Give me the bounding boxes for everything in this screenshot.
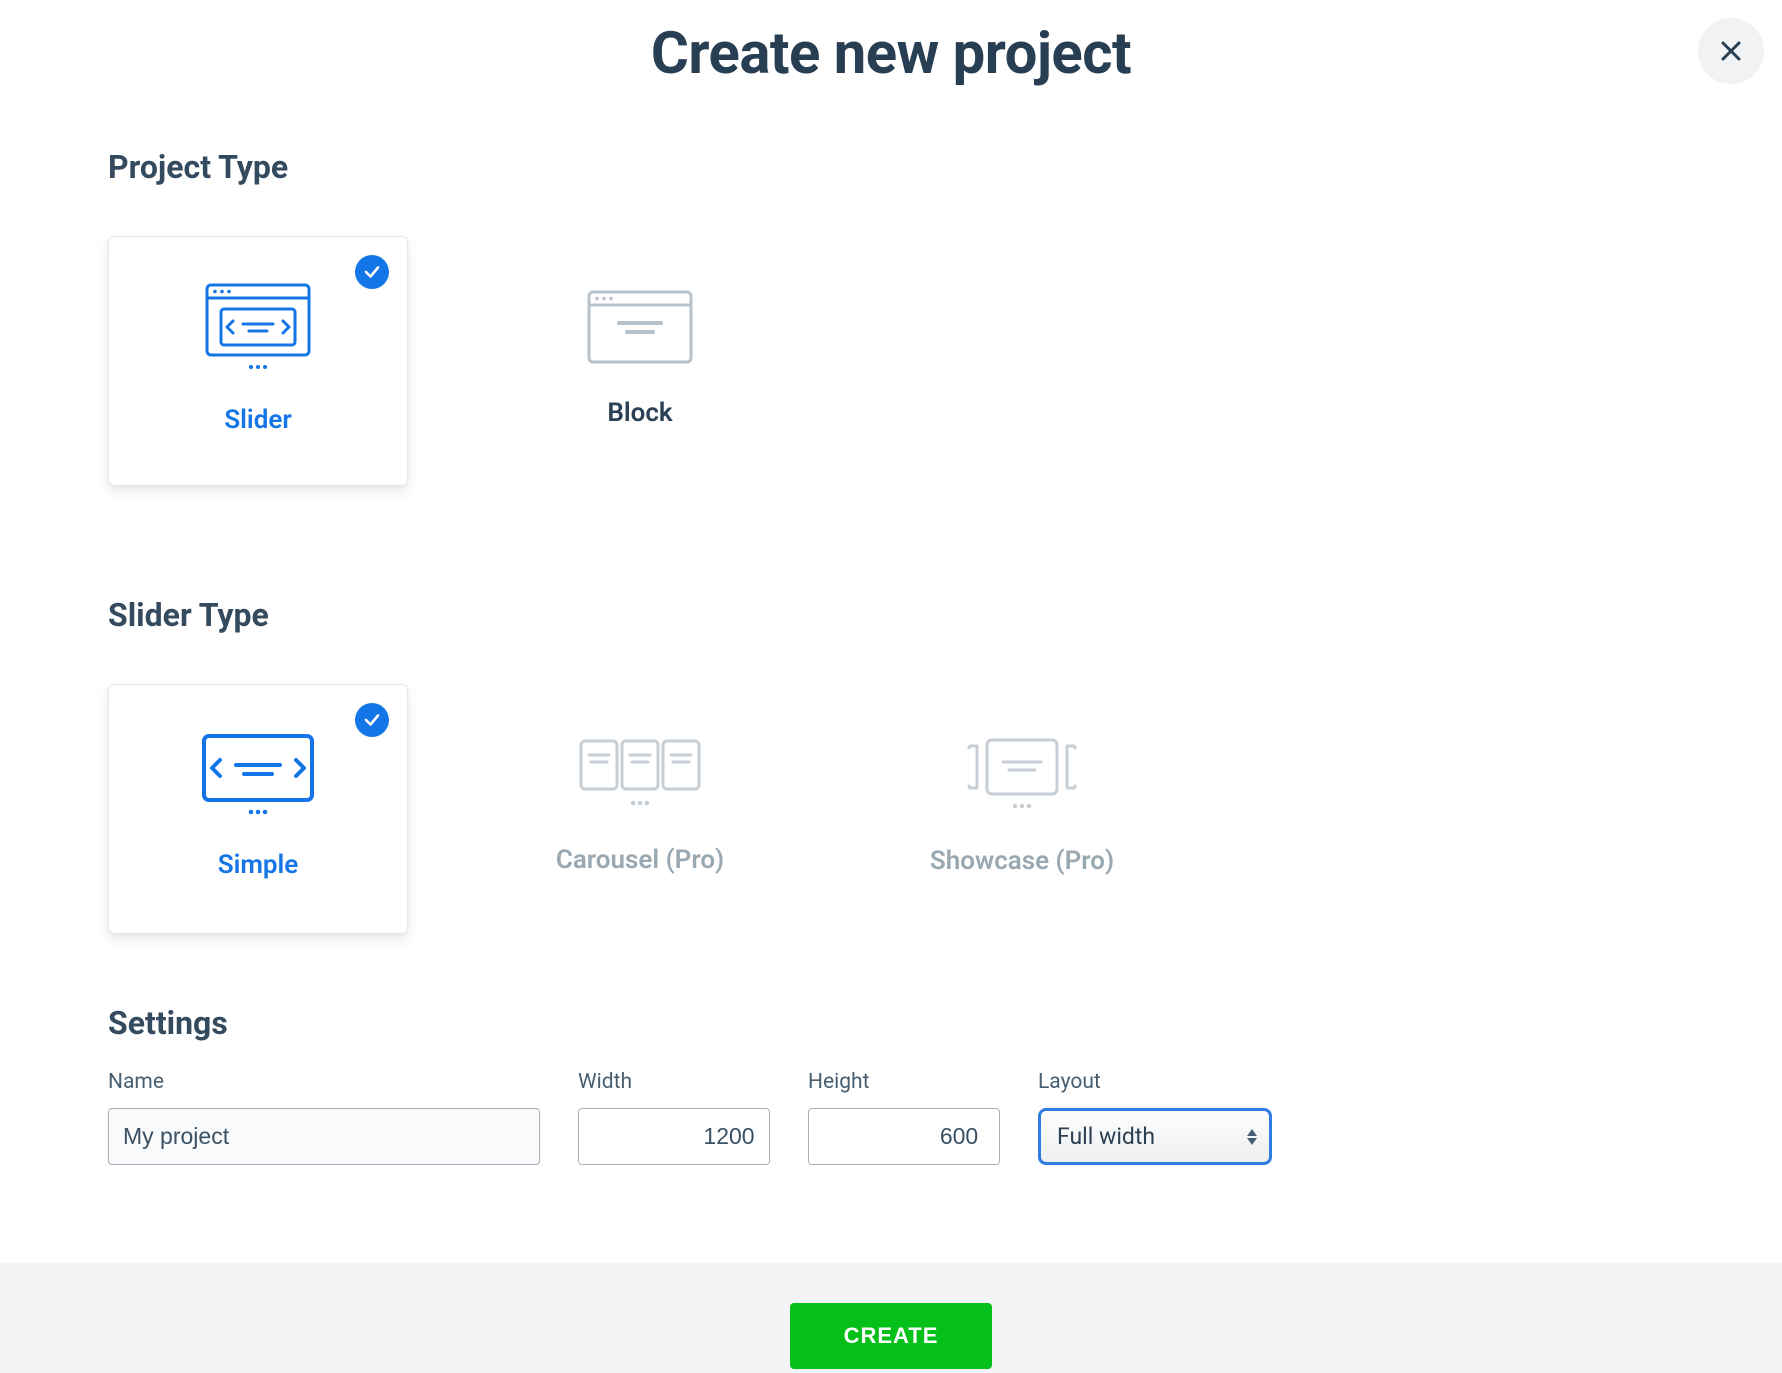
select-arrows-icon xyxy=(1247,1129,1257,1145)
project-type-slider-label: Slider xyxy=(224,405,291,435)
settings-heading: Settings xyxy=(108,1004,1674,1042)
height-label: Height xyxy=(808,1070,1000,1094)
slider-icon xyxy=(203,281,313,377)
layout-field: Layout Full width xyxy=(1038,1070,1272,1165)
width-input[interactable] xyxy=(579,1109,770,1164)
slider-type-options: Simple xyxy=(108,684,1674,934)
height-field: Height PX xyxy=(808,1070,1000,1165)
slider-type-showcase[interactable]: Showcase (Pro) xyxy=(872,684,1172,934)
width-label: Width xyxy=(578,1070,770,1094)
block-icon xyxy=(585,288,695,370)
dialog-title: Create new project xyxy=(108,20,1674,88)
project-type-options: Slider Block xyxy=(108,236,1674,486)
project-type-block-label: Block xyxy=(607,398,672,428)
width-field: Width PX xyxy=(578,1070,770,1165)
selected-check-icon xyxy=(355,255,389,289)
selected-check-icon xyxy=(355,703,389,737)
project-type-slider[interactable]: Slider xyxy=(108,236,408,486)
carousel-icon xyxy=(577,737,703,817)
create-button[interactable]: CREATE xyxy=(790,1303,993,1369)
showcase-icon xyxy=(963,736,1081,818)
name-input[interactable] xyxy=(108,1108,540,1165)
slider-type-showcase-label: Showcase (Pro) xyxy=(930,846,1114,876)
name-field: Name xyxy=(108,1070,540,1165)
name-label: Name xyxy=(108,1070,540,1094)
slider-type-heading: Slider Type xyxy=(108,596,1674,634)
dialog-footer: CREATE xyxy=(0,1263,1782,1373)
create-project-dialog: Create new project Project Type xyxy=(0,0,1782,1373)
simple-slider-icon xyxy=(200,732,316,822)
close-button[interactable] xyxy=(1698,18,1764,84)
close-icon xyxy=(1719,39,1743,63)
project-type-heading: Project Type xyxy=(108,148,1674,186)
slider-type-carousel[interactable]: Carousel (Pro) xyxy=(490,684,790,934)
height-input[interactable] xyxy=(809,1109,1000,1164)
layout-select-value: Full width xyxy=(1057,1123,1155,1150)
slider-type-carousel-label: Carousel (Pro) xyxy=(556,845,724,875)
slider-type-simple[interactable]: Simple xyxy=(108,684,408,934)
layout-label: Layout xyxy=(1038,1070,1272,1094)
project-type-block[interactable]: Block xyxy=(490,236,790,486)
slider-type-simple-label: Simple xyxy=(218,850,299,880)
settings-row: Name Width PX Height PX Layout xyxy=(108,1070,1674,1165)
layout-select[interactable]: Full width xyxy=(1038,1108,1272,1165)
